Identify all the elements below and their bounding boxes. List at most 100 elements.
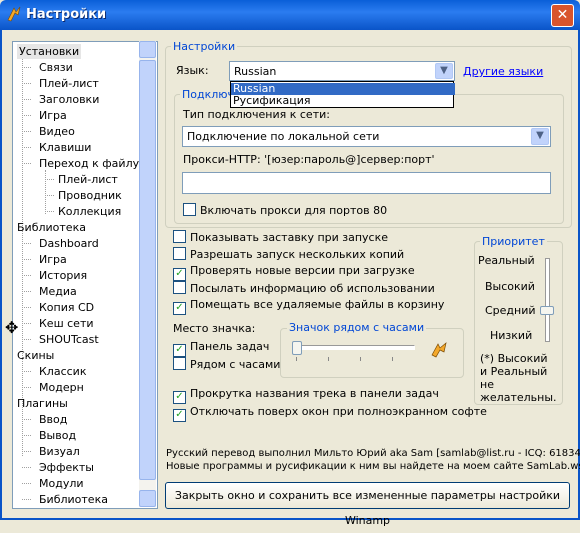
fullscreen-ontop-checkbox[interactable]: ✓ Отключать поверх окон при полноэкранном… (173, 405, 487, 422)
tree-connector (22, 419, 31, 420)
priority-slider-thumb[interactable] (540, 306, 554, 315)
priority-realtime-label: Реальный (478, 254, 535, 267)
tree-item-skins[interactable]: Скины (17, 348, 54, 363)
scroll-thumb[interactable] (139, 60, 156, 480)
tree-connector (22, 499, 31, 500)
checkbox-box[interactable] (173, 230, 186, 243)
connection-type-select[interactable]: Подключение по локальной сети ▼ (182, 126, 551, 147)
tree-item-playlist[interactable]: Плей-лист (39, 76, 99, 91)
tree-item-modern[interactable]: Модерн (39, 380, 84, 395)
check-icon[interactable]: ✓ (173, 268, 186, 281)
slider-tick (328, 357, 329, 361)
tree-connector (22, 115, 31, 116)
credits-line-2: Новые программы и русификации к ним вы н… (166, 461, 580, 472)
close-window-button[interactable]: ✕ (551, 4, 574, 27)
close-and-save-button[interactable]: Закрыть окно и сохранить все измененные … (165, 482, 570, 527)
tree-connector (22, 275, 31, 276)
tree-item-visual[interactable]: Визуал (39, 444, 80, 459)
tree-item-output[interactable]: Вывод (39, 428, 76, 443)
tree-connector (22, 451, 31, 452)
proxy-input[interactable] (182, 172, 551, 194)
scroll-down-button[interactable] (139, 490, 156, 507)
option-usage-stats-label: Посылать информацию об использовании (190, 282, 435, 295)
tree-item-library[interactable]: Библиотека (17, 220, 86, 235)
tree-item-game[interactable]: Игра (39, 108, 67, 123)
tree-connector (45, 195, 54, 196)
icon-slider-track[interactable] (295, 345, 415, 350)
slider-tick (392, 357, 393, 361)
tree-item-ustanovki[interactable]: Установки (17, 44, 82, 59)
check-icon[interactable]: ✓ (173, 409, 186, 422)
tree-item-plugin-library[interactable]: Библиотека (39, 492, 108, 507)
tree-connector (22, 67, 31, 68)
tree-connector (45, 179, 54, 180)
icon-slider-thumb[interactable] (292, 341, 302, 355)
priority-group-title: Приоритет (480, 235, 547, 248)
tree-item-history[interactable]: История (39, 268, 87, 283)
proxy-label: Прокси-HTTP: '[юзер:пароль@]сервер:порт' (183, 153, 435, 166)
tree-item-classic[interactable]: Классик (39, 364, 86, 379)
tree-connector (22, 259, 31, 260)
tree-item-input[interactable]: Ввод (39, 412, 67, 427)
tree-item-shoutcast[interactable]: SHOUTcast (39, 332, 99, 347)
near-clock-checkbox[interactable]: Рядом с часами (173, 357, 280, 371)
tree-item-svyazi[interactable]: Связи (39, 60, 73, 75)
priority-note: (*) Высокий и Реальный не желательны. (480, 352, 557, 404)
tree-item-dashboard[interactable]: Dashboard (39, 236, 99, 251)
option-usage-stats-checkbox[interactable]: Посылать информацию об использовании (173, 281, 435, 295)
tree-connector (22, 243, 31, 244)
tree-item-collection[interactable]: Коллекция (58, 204, 121, 219)
slider-tick (360, 357, 361, 361)
settings-tree: Установки Связи Плей-лист Заголовки Игра… (12, 41, 158, 509)
option-multi-instance-label: Разрешать запуск нескольких копий (190, 248, 405, 261)
tree-item-video[interactable]: Видео (39, 124, 75, 139)
dropdown-option-rusifikaciya[interactable]: Русификация (231, 95, 455, 107)
tree-item-effects[interactable]: Эффекты (39, 460, 94, 475)
checkbox-box[interactable] (183, 203, 196, 216)
tree-scrollbar[interactable] (139, 41, 156, 507)
credits-line-1: Русский перевод выполнил Мильто Юрий aka… (166, 448, 580, 459)
move-cursor-icon: ✥ (5, 318, 19, 337)
checkbox-box[interactable] (173, 247, 186, 260)
tree-item-modules[interactable]: Модули (39, 476, 84, 491)
checkbox-box[interactable] (173, 357, 186, 370)
language-dropdown-list[interactable]: Russian Русификация (230, 81, 455, 108)
tree-item-net-cache[interactable]: Кеш сети (39, 316, 94, 331)
language-select[interactable]: Russian ▼ (229, 61, 455, 81)
tree-item-jump-playlist[interactable]: Плей-лист (58, 172, 118, 187)
tree-connector (22, 323, 31, 324)
check-icon[interactable]: ✓ (173, 344, 186, 357)
scroll-title-checkbox[interactable]: ✓ Прокрутка названия трека в панели задач (173, 387, 439, 404)
checkbox-box[interactable] (173, 281, 186, 294)
option-recycle-bin-label: Помещать все удаляемые файлы в корзину (190, 298, 445, 311)
proxy80-checkbox[interactable]: Включать прокси для портов 80 (183, 203, 387, 217)
tree-item-media[interactable]: Медиа (39, 284, 77, 299)
tree-item-library-game[interactable]: Игра (39, 252, 67, 267)
option-check-updates-checkbox[interactable]: ✓ Проверять новые версии при загрузке (173, 264, 415, 281)
tree-item-jump-to-file[interactable]: Переход к файлу (39, 156, 139, 171)
priority-slider[interactable] (545, 258, 550, 342)
tree-connector (22, 147, 31, 148)
taskbar-checkbox[interactable]: ✓ Панель задач (173, 340, 269, 357)
check-icon[interactable]: ✓ (173, 391, 186, 404)
tree-connector (22, 339, 31, 340)
option-splash-checkbox[interactable]: Показывать заставку при запуске (173, 230, 388, 244)
check-icon[interactable]: ✓ (173, 302, 186, 315)
option-multi-instance-checkbox[interactable]: Разрешать запуск нескольких копий (173, 247, 404, 261)
tree-item-explorer[interactable]: Проводник (58, 188, 122, 203)
tree-item-titles[interactable]: Заголовки (39, 92, 99, 107)
tree-item-hotkeys[interactable]: Клавиши (39, 140, 91, 155)
language-select-value: Russian (234, 65, 277, 78)
option-recycle-bin-checkbox[interactable]: ✓ Помещать все удаляемые файлы в корзину (173, 298, 445, 315)
option-splash-label: Показывать заставку при запуске (190, 231, 389, 244)
tree-item-cd-rip[interactable]: Копия CD (39, 300, 94, 315)
chevron-down-icon[interactable]: ▼ (435, 63, 453, 79)
other-languages-link[interactable]: Другие языки (463, 65, 543, 78)
scroll-up-button[interactable] (139, 41, 156, 58)
slider-tick (296, 357, 297, 361)
icon-place-label: Место значка: (173, 322, 256, 335)
connection-group-title: Подключ (180, 88, 237, 101)
tree-item-plugins[interactable]: Плагины (17, 396, 68, 411)
priority-high-label: Высокий (485, 280, 535, 293)
chevron-down-icon[interactable]: ▼ (531, 128, 549, 145)
